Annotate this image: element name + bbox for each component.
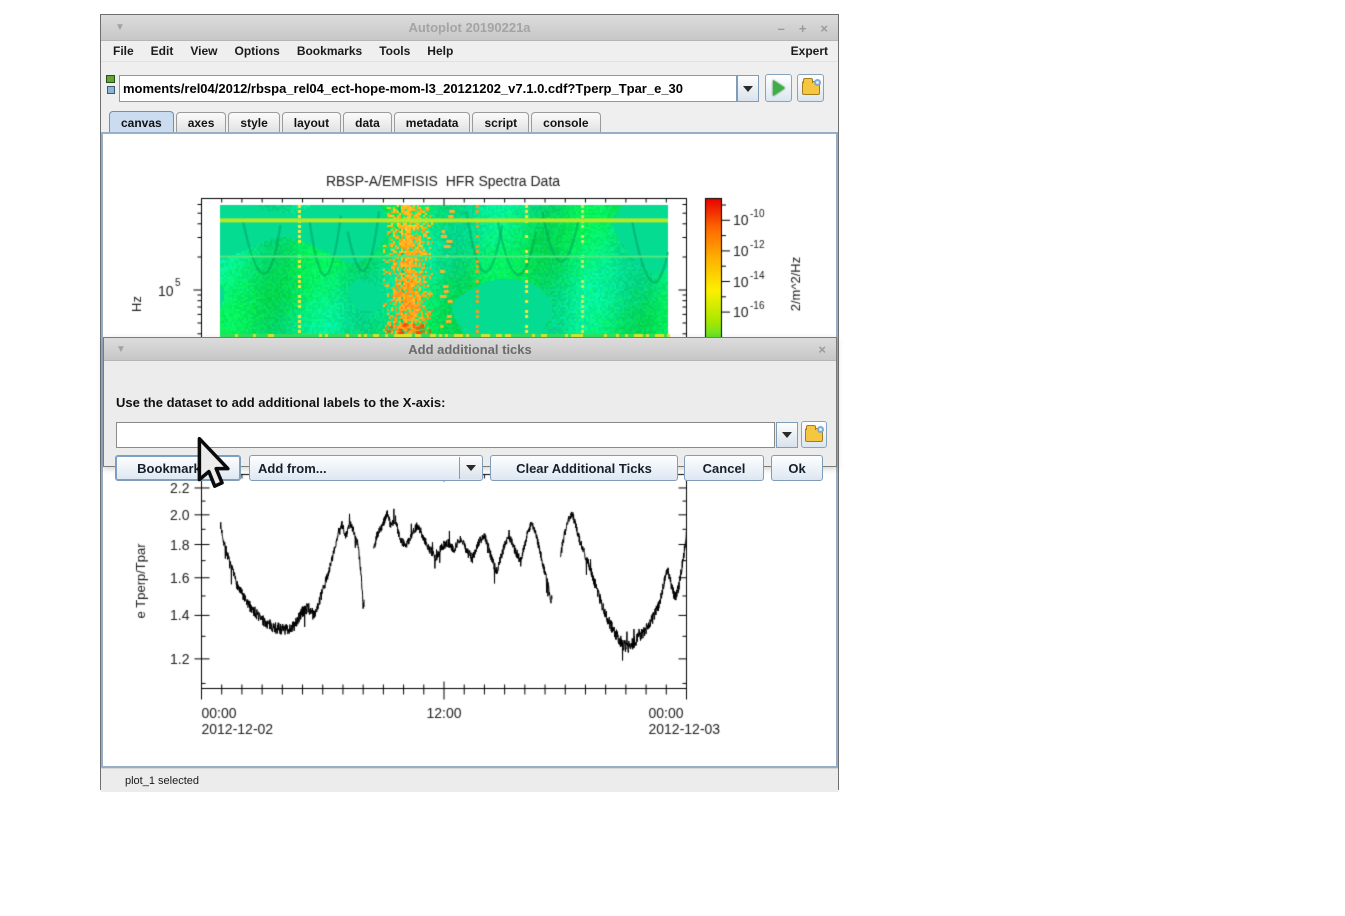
chevron-down-icon[interactable] (459, 457, 481, 479)
minimize-button[interactable]: – (778, 21, 785, 36)
go-plot-button[interactable] (765, 74, 792, 102)
dialog-title: Add additional ticks (408, 341, 532, 357)
add-ticks-dialog: ▼ Add additional ticks × Use the dataset… (103, 337, 837, 481)
dataset-dropdown-button[interactable] (776, 422, 798, 448)
menu-tools[interactable]: Tools (379, 44, 410, 58)
tab-axes[interactable]: axes (175, 112, 227, 132)
dialog-body: Use the dataset to add additional labels… (104, 361, 836, 481)
dataset-uri-input[interactable] (116, 422, 775, 448)
close-button[interactable]: × (820, 21, 828, 36)
menu-options[interactable]: Options (234, 44, 279, 58)
address-dropdown-button[interactable] (737, 75, 759, 102)
datasource-green-square-icon (106, 75, 115, 83)
dialog-titlebar[interactable]: ▼ Add additional ticks × (104, 338, 836, 361)
datasource-icon[interactable] (105, 75, 117, 97)
dialog-close-icon[interactable]: × (818, 342, 826, 357)
add-from-label: Add from... (258, 460, 327, 476)
address-input[interactable] (119, 75, 737, 102)
tab-script[interactable]: script (472, 112, 530, 132)
add-from-combobox[interactable]: Add from... (249, 455, 483, 481)
menu-view[interactable]: View (190, 44, 217, 58)
maximize-button[interactable]: + (799, 21, 807, 36)
dataset-browse-button[interactable] (801, 421, 827, 448)
datasource-blue-square-icon (107, 86, 115, 94)
dialog-message: Use the dataset to add additional labels… (116, 395, 446, 410)
main-tabs: canvas axes style layout data metadata s… (101, 110, 838, 132)
menu-help[interactable]: Help (427, 44, 453, 58)
bookmarks-button[interactable]: Bookmarks... (115, 455, 241, 481)
tab-metadata[interactable]: metadata (393, 112, 471, 132)
tab-console[interactable]: console (531, 112, 601, 132)
ok-button[interactable]: Ok (771, 455, 823, 481)
menu-edit[interactable]: Edit (151, 44, 174, 58)
status-text: plot_1 selected (125, 774, 199, 787)
cancel-button[interactable]: Cancel (684, 455, 764, 481)
clear-additional-ticks-button[interactable]: Clear Additional Ticks (490, 455, 678, 481)
menu-expert[interactable]: Expert (791, 44, 828, 58)
menu-file[interactable]: File (113, 44, 134, 58)
window-title: Autoplot 20190221a (408, 20, 531, 35)
folder-search-icon (801, 78, 821, 95)
tab-data[interactable]: data (343, 112, 392, 132)
play-icon (772, 80, 785, 96)
window-titlebar[interactable]: ▼ Autoplot 20190221a – + × (101, 15, 838, 41)
tab-style[interactable]: style (228, 112, 280, 132)
address-toolbar (101, 62, 838, 110)
menu-bookmarks[interactable]: Bookmarks (297, 44, 362, 58)
tab-layout[interactable]: layout (281, 112, 342, 132)
inspect-file-button[interactable] (797, 74, 824, 102)
menubar: File Edit View Options Bookmarks Tools H… (101, 41, 838, 62)
statusbar: plot_1 selected (101, 768, 838, 792)
chevron-down-icon (743, 85, 753, 92)
folder-search-icon (805, 424, 824, 442)
chevron-down-icon (782, 432, 792, 438)
tab-canvas[interactable]: canvas (109, 111, 174, 132)
